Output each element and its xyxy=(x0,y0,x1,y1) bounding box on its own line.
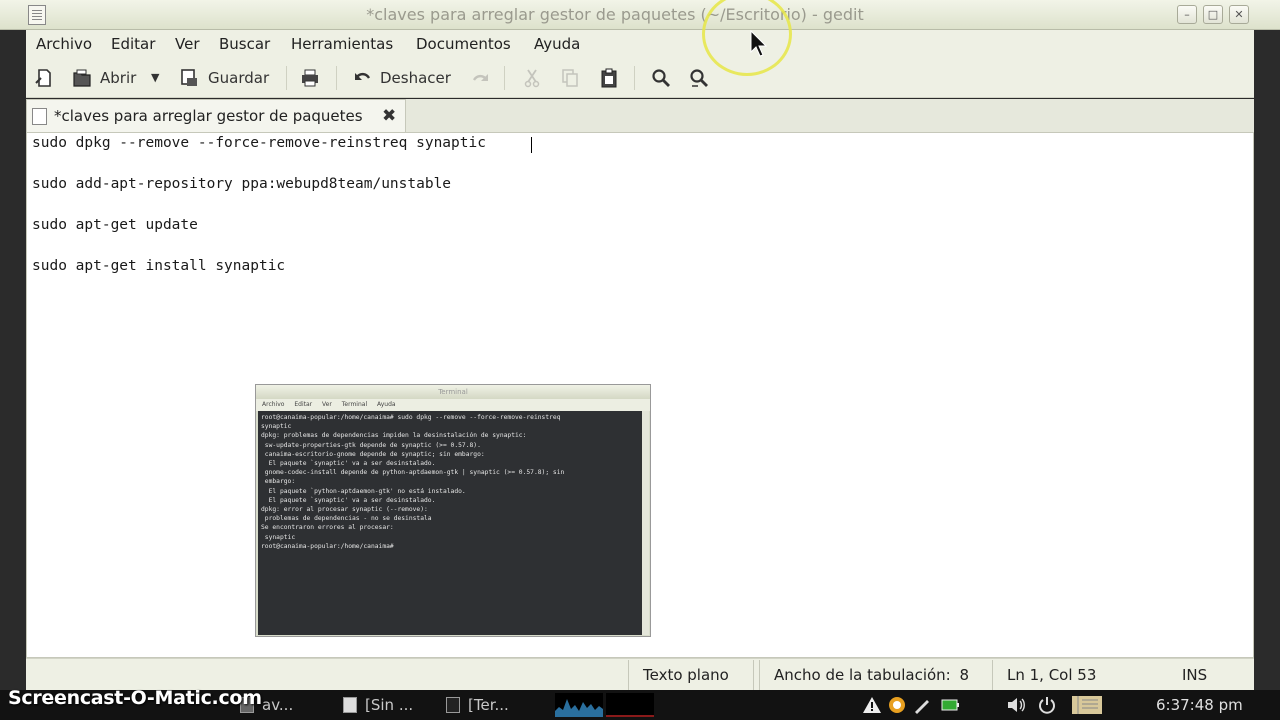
close-window-button[interactable]: ✕ xyxy=(1229,5,1249,24)
terminal-line: synaptic xyxy=(261,533,296,541)
search-icon[interactable] xyxy=(651,68,671,88)
terminal-line: problemas de dependencias - no se desins… xyxy=(261,515,432,523)
terminal-screenshot: Terminal Archivo Editar Ver Terminal Ayu… xyxy=(255,384,651,637)
editor-line: sudo dpkg --remove --force-remove-reinst… xyxy=(32,135,486,151)
print-icon[interactable] xyxy=(300,68,320,88)
save-button[interactable]: Guardar xyxy=(208,66,269,90)
terminal-title: Terminal xyxy=(256,385,650,399)
tab-label: *claves para arreglar gestor de paquetes xyxy=(54,107,363,125)
menu-herramientas[interactable]: Herramientas xyxy=(291,35,393,53)
terminal-menu-item: Archivo xyxy=(262,401,285,408)
volume-icon[interactable] xyxy=(1006,695,1026,715)
open-recent-dropdown-icon[interactable]: ▼ xyxy=(151,66,159,90)
tab-width-value: 8 xyxy=(959,666,970,684)
terminal-icon xyxy=(446,697,460,713)
editor-line: sudo add-apt-repository ppa:webupd8team/… xyxy=(32,176,452,192)
language-selector[interactable]: Texto plano ▼ xyxy=(628,660,754,713)
tab-document[interactable]: *claves para arreglar gestor de paquetes… xyxy=(26,99,406,132)
menu-ver[interactable]: Ver xyxy=(175,35,200,53)
terminal-menu-item: Ayuda xyxy=(377,401,396,408)
terminal-line: synaptic xyxy=(261,423,292,431)
terminal-scrollbar xyxy=(642,411,649,635)
menu-editar[interactable]: Editar xyxy=(111,35,155,53)
terminal-line: root@canaima-popular:/home/canaima# sudo… xyxy=(261,414,561,421)
warning-icon[interactable] xyxy=(862,695,882,715)
toolbar: Abrir ▼ Guardar Deshacer xyxy=(26,58,1254,98)
toolbar-separator xyxy=(336,66,337,90)
search-replace-icon[interactable] xyxy=(689,68,709,88)
terminal-line: sw-update-properties-gtk depende de syna… xyxy=(261,441,481,449)
clock[interactable]: 6:37:48 pm xyxy=(1156,694,1243,716)
taskbar-label: [Sin ... xyxy=(365,696,414,714)
undo-button[interactable]: Deshacer xyxy=(380,66,451,90)
screencast-watermark: Screencast-O-Matic.com xyxy=(8,687,262,709)
taskbar-label: [Ter... xyxy=(468,696,509,714)
window-title: *claves para arreglar gestor de paquetes… xyxy=(366,5,864,24)
terminal-menu-item: Terminal xyxy=(341,401,368,408)
tab-close-icon[interactable]: ✖ xyxy=(382,106,396,126)
mouse-pointer-icon xyxy=(750,30,768,57)
insert-mode: INS xyxy=(1182,666,1208,684)
title-bar: *claves para arreglar gestor de paquetes… xyxy=(0,0,1280,30)
terminal-line: gnome-codec-install depende de python-ap… xyxy=(261,469,565,477)
document-icon xyxy=(32,108,47,125)
terminal-menu-item: Editar xyxy=(294,401,313,408)
new-document-icon[interactable] xyxy=(34,68,54,88)
terminal-line: Se encontraron errores al procesar: xyxy=(261,524,394,532)
terminal-output: root@canaima-popular:/home/canaima# sudo… xyxy=(258,411,642,635)
open-folder-icon[interactable] xyxy=(72,68,92,88)
menu-ayuda[interactable]: Ayuda xyxy=(534,35,580,53)
power-icon[interactable] xyxy=(1037,695,1057,715)
terminal-line: El paquete `python-aptdaemon-gtk' no est… xyxy=(261,487,466,495)
copy-icon[interactable] xyxy=(560,68,580,88)
editor-line: sudo apt-get update xyxy=(32,217,198,233)
tab-width-label: Ancho de la tabulación: xyxy=(774,666,951,684)
notes-icon[interactable] xyxy=(1070,695,1104,715)
paste-icon[interactable] xyxy=(599,68,619,88)
terminal-line: dpkg: problemas de dependencias impiden … xyxy=(261,432,527,440)
tab-width-selector[interactable]: Ancho de la tabulación: 8 ▼ xyxy=(759,660,993,713)
menu-buscar[interactable]: Buscar xyxy=(219,35,270,53)
open-button[interactable]: Abrir xyxy=(100,66,136,90)
pen-tool-icon[interactable] xyxy=(912,695,932,715)
terminal-menu-item: Ver xyxy=(322,401,332,408)
document-icon xyxy=(343,697,357,713)
undo-icon[interactable] xyxy=(353,68,373,88)
editor-line: sudo apt-get install synaptic xyxy=(32,258,286,274)
save-icon[interactable] xyxy=(179,68,199,88)
terminal-line: canaima-escritorio-gnome depende de syna… xyxy=(261,450,485,458)
taskbar-item-gedit[interactable]: [Sin ... xyxy=(343,694,413,716)
minimize-button[interactable]: – xyxy=(1177,5,1197,24)
language-label: Texto plano xyxy=(643,666,729,684)
cut-icon[interactable] xyxy=(522,68,542,88)
taskbar-label: av... xyxy=(262,696,294,714)
menu-documentos[interactable]: Documentos xyxy=(416,35,511,53)
toolbar-separator xyxy=(634,66,635,90)
toolbar-separator xyxy=(504,66,505,90)
cpu-monitor-graph[interactable] xyxy=(555,693,603,717)
menu-bar: Archivo Editar Ver Buscar Herramientas D… xyxy=(26,30,1254,58)
terminal-line: El paquete `synaptic' va a ser desinstal… xyxy=(261,460,436,468)
maximize-button[interactable]: □ xyxy=(1203,5,1223,24)
text-caret xyxy=(531,137,532,153)
menu-archivo[interactable]: Archivo xyxy=(36,35,92,53)
taskbar-item-terminal[interactable]: [Ter... xyxy=(446,694,509,716)
update-notifier-icon[interactable] xyxy=(887,695,907,715)
cursor-position: Ln 1, Col 53 xyxy=(1007,666,1097,684)
battery-icon[interactable] xyxy=(940,695,960,715)
terminal-menu: Archivo Editar Ver Terminal Ayuda xyxy=(256,399,650,411)
toolbar-separator xyxy=(286,66,287,90)
terminal-line: root@canaima-popular:/home/canaima# xyxy=(261,542,394,550)
terminal-line: El paquete `synaptic' va a ser desinstal… xyxy=(261,496,436,504)
terminal-line: dpkg: error al procesar synaptic (--remo… xyxy=(261,506,428,514)
status-bar: Texto plano ▼ Ancho de la tabulación: 8 … xyxy=(26,658,1254,713)
network-monitor-graph[interactable] xyxy=(606,693,654,717)
redo-icon[interactable] xyxy=(470,68,490,88)
terminal-line: embargo: xyxy=(261,478,296,486)
tab-bar: *claves para arreglar gestor de paquetes… xyxy=(26,99,1254,132)
